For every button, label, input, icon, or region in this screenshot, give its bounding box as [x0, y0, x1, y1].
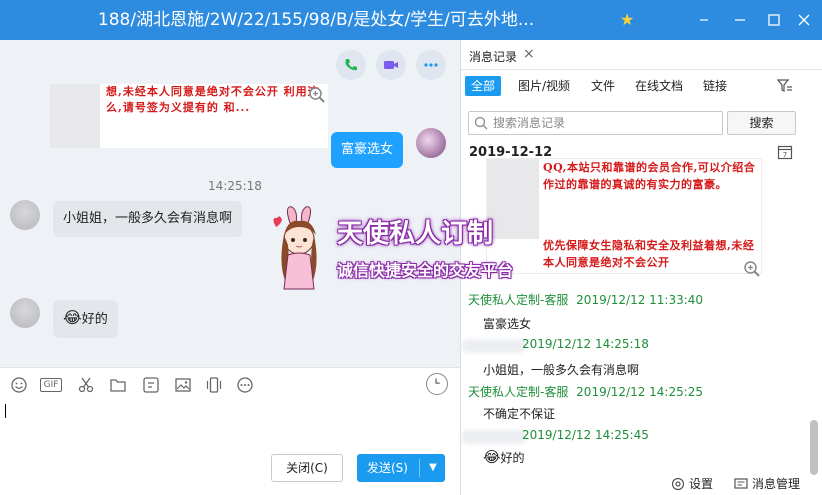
search-icon	[474, 116, 488, 130]
record-message[interactable]: 不确定不保证	[483, 405, 555, 422]
chat-area[interactable]: 想,未经本人同意是绝对不会公开 利用这么,请号签为义提有的 和... 富豪选女 …	[0, 40, 460, 367]
message-text: 好的	[81, 312, 108, 327]
send-divider	[419, 459, 420, 477]
watermark-overlay: 天使私人订制 诚信快捷安全的交友平台	[270, 205, 560, 295]
blurred-sender-name	[461, 339, 527, 353]
history-clock-icon[interactable]	[426, 373, 448, 395]
tab-underline	[461, 69, 822, 70]
close-icon[interactable]: ×	[523, 46, 535, 62]
search-input[interactable]: 搜索消息记录	[468, 111, 723, 135]
gear-icon	[671, 477, 685, 490]
gif-icon[interactable]: GIF	[40, 378, 62, 392]
record-time: 2019/12/12 14:25:25	[576, 385, 704, 399]
chevron-down-icon[interactable]: ▼	[425, 454, 441, 482]
filter-tab-links[interactable]: 链接	[697, 76, 733, 96]
input-toolbar: GIF	[0, 367, 460, 401]
send-button[interactable]: 发送(S) ▼	[357, 454, 445, 482]
filter-tab-docs[interactable]: 在线文档	[629, 76, 689, 96]
message-bubble-incoming[interactable]: 小姐姐，一般多久会有消息啊	[53, 201, 243, 237]
contact-avatar[interactable]	[10, 200, 40, 230]
sender-name: 天使私人定制-客服	[468, 385, 569, 399]
send-label: 发送(S)	[367, 461, 408, 475]
message-bubble-outgoing[interactable]: 富豪选女	[331, 132, 404, 168]
image-message[interactable]: 想,未经本人同意是绝对不会公开 利用这么,请号签为义提有的 和...	[50, 84, 328, 148]
record-time: 2019/12/12 14:25:18	[522, 337, 649, 351]
panel-footer: 设置 消息管理	[461, 471, 822, 495]
record-message[interactable]: 小姐姐，一般多久会有消息啊	[483, 361, 639, 378]
call-toolbar	[336, 50, 446, 80]
record-message[interactable]: 😂好的	[483, 448, 525, 466]
my-avatar[interactable]	[416, 128, 446, 158]
scrollbar-thumb[interactable]	[810, 420, 818, 475]
timestamp: 14:25:18	[208, 179, 262, 193]
zoom-in-icon[interactable]	[743, 260, 761, 278]
message-text: 好的	[500, 451, 525, 465]
shake-icon[interactable]	[205, 376, 223, 394]
close-button[interactable]: 关闭(C)	[271, 454, 343, 482]
watermark-title: 天使私人订制	[337, 219, 494, 249]
tab-message-history[interactable]: 消息记录	[469, 48, 517, 65]
star-icon[interactable]: ★	[620, 11, 638, 29]
pin-icon[interactable]	[692, 8, 716, 32]
filter-tab-files[interactable]: 文件	[585, 76, 621, 96]
filter-tab-all[interactable]: 全部	[465, 76, 502, 96]
folder-icon[interactable]	[109, 376, 127, 394]
record-message[interactable]: 富豪选女	[483, 315, 531, 332]
window-title: 188/湖北恩施/2W/22/155/98/B/是处女/学生/可去外地...	[97, 10, 535, 30]
settings-button[interactable]: 设置	[671, 475, 713, 492]
more-options-icon[interactable]	[236, 376, 254, 394]
more-icon[interactable]	[416, 50, 446, 80]
filter-tab-media[interactable]: 图片/视频	[512, 76, 576, 96]
filter-icon[interactable]	[777, 78, 793, 94]
laughing-emoji-icon: 😂	[483, 448, 501, 466]
title-bar: 188/湖北恩施/2W/22/155/98/B/是处女/学生/可去外地... ★	[0, 0, 822, 40]
video-icon[interactable]	[376, 50, 406, 80]
image-text-top: QQ,本站只和靠谱的会员合作,可以介绍合作过的靠谱的真诚的有实力的富豪。	[543, 161, 756, 191]
record-header: 天使私人定制-客服 2019/12/12 14:25:25	[468, 383, 703, 400]
manage-label: 消息管理	[752, 477, 801, 491]
image-blurred-area	[50, 84, 100, 148]
emoji-icon[interactable]	[10, 376, 28, 394]
mascot-logo	[273, 206, 317, 290]
message-manage-icon	[734, 477, 748, 489]
phone-icon[interactable]	[336, 50, 366, 80]
svg-text:7: 7	[783, 151, 787, 159]
settings-label: 设置	[689, 477, 714, 491]
calendar-icon[interactable]: 7	[777, 144, 793, 160]
close-icon[interactable]	[792, 8, 816, 32]
image-text-bottom: 优先保障女生隐私和安全及利益着想,未经本人同意是绝对不会公开	[543, 239, 755, 269]
scissors-icon[interactable]	[77, 376, 95, 394]
maximize-icon[interactable]	[762, 8, 786, 32]
blurred-sender-name	[461, 430, 527, 444]
sticker-icon[interactable]	[142, 376, 160, 394]
watermark-subtitle: 诚信快捷安全的交友平台	[337, 261, 514, 280]
message-manage-button[interactable]: 消息管理	[734, 475, 800, 492]
text-caret	[5, 404, 6, 418]
sender-name: 天使私人定制-客服	[468, 293, 569, 307]
laughing-emoji-icon: 😂	[63, 308, 82, 327]
zoom-in-icon[interactable]	[308, 86, 326, 104]
image-text: 想,未经本人同意是绝对不会公开 利用这么,请号签为义提有的 和...	[106, 85, 320, 114]
minimize-icon[interactable]	[728, 8, 752, 32]
record-time: 2019/12/12 11:33:40	[576, 293, 704, 307]
image-icon[interactable]	[174, 376, 192, 394]
contact-avatar[interactable]	[10, 298, 40, 328]
record-time: 2019/12/12 14:25:45	[522, 428, 649, 442]
message-bubble-incoming[interactable]: 😂好的	[53, 300, 118, 338]
search-button[interactable]: 搜索	[727, 111, 796, 135]
